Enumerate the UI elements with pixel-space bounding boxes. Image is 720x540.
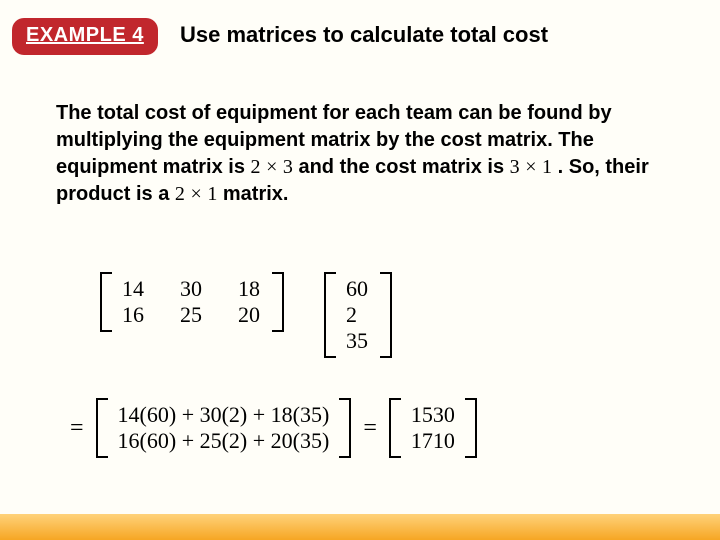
result-2: 1710: [411, 428, 455, 454]
table-row: 14 30 18: [122, 276, 262, 302]
bracket-left: [100, 272, 112, 332]
dim3-a: 2: [175, 183, 185, 205]
cell: 2: [346, 302, 370, 328]
calc-row-2: 16(60) + 25(2) + 20(35): [118, 428, 330, 454]
bracket-right: [339, 398, 351, 458]
dim1-a: 2: [251, 156, 261, 178]
cell: 14: [122, 276, 146, 302]
cell: 35: [346, 328, 370, 354]
matrix-result-body: 1530 1710: [401, 398, 465, 458]
table-row: 2: [346, 302, 370, 328]
calc-row-1: 14(60) + 30(2) + 18(35): [118, 402, 330, 428]
cell: 60: [346, 276, 370, 302]
matrix-b-body: 60 2 35: [336, 272, 380, 358]
matrix-calc-body: 14(60) + 30(2) + 18(35) 16(60) + 25(2) +…: [108, 398, 340, 458]
matrix-result: 1530 1710: [389, 398, 477, 458]
matrices-row: 14 30 18 16 25 20 60 2 35: [100, 272, 392, 358]
bracket-left: [324, 272, 336, 358]
example-badge: EXAMPLE 4: [12, 18, 158, 55]
cell: 20: [238, 302, 262, 328]
matrix-a: 14 30 18 16 25 20: [100, 272, 284, 332]
cell: 25: [180, 302, 204, 328]
dim3-b: 1: [207, 183, 217, 205]
matrix-a-body: 14 30 18 16 25 20: [112, 272, 272, 332]
times-3: ×: [190, 183, 201, 205]
table-row: 35: [346, 328, 370, 354]
calc-row: = 14(60) + 30(2) + 18(35) 16(60) + 25(2)…: [70, 398, 477, 458]
dim2-a: 3: [510, 156, 520, 178]
bracket-right: [380, 272, 392, 358]
cell: 30: [180, 276, 204, 302]
result-1: 1530: [411, 402, 455, 428]
body-seg-2: and the cost matrix is: [298, 156, 509, 178]
bracket-right: [465, 398, 477, 458]
dim1-b: 3: [283, 156, 293, 178]
body-seg-4: matrix.: [223, 183, 289, 205]
table-row: 16 25 20: [122, 302, 262, 328]
matrix-calc: 14(60) + 30(2) + 18(35) 16(60) + 25(2) +…: [96, 398, 352, 458]
body-paragraph: The total cost of equipment for each tea…: [56, 100, 660, 208]
times-1: ×: [266, 156, 277, 178]
footer-bar: [0, 514, 720, 540]
dim2-b: 1: [542, 156, 552, 178]
cell: 18: [238, 276, 262, 302]
page-title: Use matrices to calculate total cost: [180, 22, 548, 48]
equals-2: =: [363, 415, 377, 442]
equals-1: =: [70, 415, 84, 442]
matrix-b: 60 2 35: [324, 272, 392, 358]
cell: 16: [122, 302, 146, 328]
table-row: 60: [346, 276, 370, 302]
bracket-left: [389, 398, 401, 458]
bracket-right: [272, 272, 284, 332]
times-2: ×: [525, 156, 536, 178]
bracket-left: [96, 398, 108, 458]
